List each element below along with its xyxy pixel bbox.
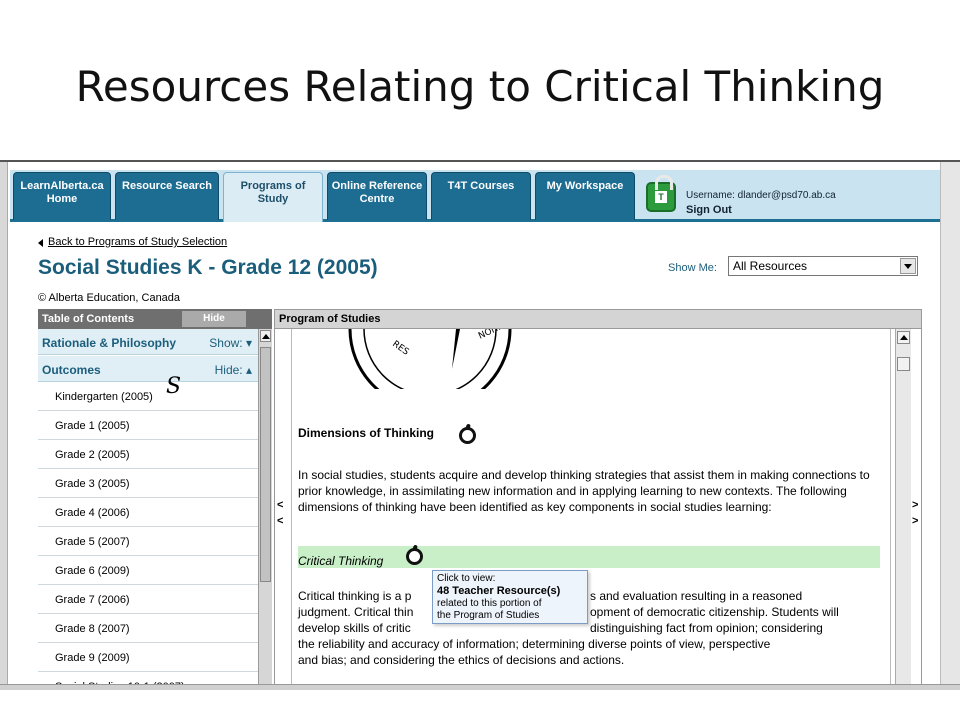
toc-header: Table of Contents Hide [38, 309, 272, 329]
compass-graphic: RES NOITA [348, 329, 512, 389]
critical-text-line: opment of democratic citizenship. Studen… [590, 605, 839, 619]
critical-text-line: the reliability and accuracy of informat… [298, 637, 771, 651]
content-scrollbar[interactable] [895, 329, 911, 684]
user-panel: T Username: dlander@psd70.ab.ca Sign Out [646, 175, 936, 220]
username-text: Username: dlander@psd70.ab.ca [686, 190, 836, 201]
back-to-programs-link[interactable]: Back to Programs of Study Selection [48, 236, 227, 248]
toc-item-grade-8[interactable]: Grade 8 (2007) [38, 614, 258, 643]
toc-item-grade-2[interactable]: Grade 2 (2005) [38, 440, 258, 469]
toc-item-kindergarten[interactable]: Kindergarten (2005) [38, 382, 258, 411]
toc-section-toggle[interactable]: Hide: ▴ [215, 363, 252, 377]
collapse-left-icon[interactable]: < [277, 515, 283, 527]
toc-item-grade-5[interactable]: Grade 5 (2007) [38, 527, 258, 556]
toc-item-grade-9[interactable]: Grade 9 (2009) [38, 643, 258, 672]
tab-online-reference-centre[interactable]: Online Reference Centre [327, 172, 427, 220]
browser-left-edge [0, 162, 8, 690]
dimensions-heading: Dimensions of Thinking [298, 426, 435, 440]
toc-item-grade-6[interactable]: Grade 6 (2009) [38, 556, 258, 585]
tab-learnalberta-home[interactable]: LearnAlberta.ca Home [13, 172, 111, 220]
toc-section-rationale[interactable]: Rationale & Philosophy Show: ▾ [38, 329, 258, 355]
tooltip-line: Click to view: [437, 573, 496, 584]
compass-label-right: NOITA [477, 329, 507, 342]
tooltip-line: the Program of Studies [437, 610, 540, 621]
page-title: Social Studies K - Grade 12 (2005) [38, 256, 378, 279]
tab-resource-search[interactable]: Resource Search [115, 172, 219, 220]
toc-item-grade-7[interactable]: Grade 7 (2006) [38, 585, 258, 614]
apple-resource-icon[interactable] [406, 548, 423, 565]
browser-bottom-edge [0, 684, 960, 690]
critical-thinking-highlight [298, 546, 880, 568]
toc-section-label: Rationale & Philosophy [42, 336, 177, 350]
tooltip-resource-count[interactable]: 48 Teacher Resource(s) [437, 585, 583, 598]
scroll-thumb[interactable] [260, 347, 271, 582]
top-navigation: LearnAlberta.ca Home Resource Search Pro… [10, 170, 940, 222]
tab-t4t-courses[interactable]: T4T Courses [431, 172, 531, 220]
toc-section-toggle[interactable]: Show: ▾ [209, 336, 252, 350]
scroll-up-icon[interactable] [260, 330, 271, 342]
teacher-resources-tooltip[interactable]: Click to view: 48 Teacher Resource(s) re… [432, 570, 588, 624]
toc-item-grade-3[interactable]: Grade 3 (2005) [38, 469, 258, 498]
toc-scrollbar[interactable] [258, 329, 272, 684]
critical-thinking-label[interactable]: Critical Thinking [298, 554, 383, 568]
collapse-left-icon[interactable]: < [277, 499, 283, 511]
back-arrow-icon [38, 239, 43, 247]
compass-label-left: RES [390, 339, 410, 357]
tab-programs-of-study[interactable]: Programs of Study [223, 172, 323, 222]
browser-right-edge [940, 162, 960, 690]
tooltip-line: related to this portion of [437, 598, 542, 609]
toc-item-grade-4[interactable]: Grade 4 (2006) [38, 498, 258, 527]
toc-item-social-studies-10-1[interactable]: Social Studies 10-1 (2007) [38, 672, 258, 684]
critical-text-line: distinguishing fact from opinion; consid… [590, 621, 823, 635]
scroll-up-icon[interactable] [897, 331, 910, 344]
table-of-contents: Rationale & Philosophy Show: ▾ Outcomes … [38, 329, 272, 684]
show-me-select[interactable]: All Resources [728, 256, 918, 276]
critical-text-line: and bias; and considering the ethics of … [298, 653, 625, 667]
apple-resource-icon[interactable] [459, 427, 476, 444]
tab-my-workspace[interactable]: My Workspace [535, 172, 635, 220]
critical-text-line: s and evaluation resulting in a reasoned [590, 589, 803, 603]
lock-icon: T [646, 175, 676, 212]
compass-south-letter: S [166, 374, 182, 399]
toc-item-grade-1[interactable]: Grade 1 (2005) [38, 411, 258, 440]
toc-hide-button[interactable]: Hide [182, 311, 246, 327]
toc-section-label: Outcomes [42, 363, 101, 377]
dimensions-paragraph: In social studies, students acquire and … [298, 468, 870, 514]
expand-right-icon[interactable]: > [912, 515, 918, 527]
slide-title: Resources Relating to Critical Thinking [75, 62, 885, 111]
program-of-studies-header: Program of Studies [274, 309, 922, 329]
toc-title: Table of Contents [42, 313, 135, 325]
expand-right-icon[interactable]: > [912, 499, 918, 511]
scroll-thumb[interactable] [897, 357, 910, 371]
copyright-text: © Alberta Education, Canada [38, 292, 181, 304]
chevron-down-icon[interactable] [900, 258, 916, 274]
lock-letter: T [655, 191, 667, 203]
show-me-label: Show Me: [668, 262, 717, 274]
sign-out-link[interactable]: Sign Out [686, 204, 732, 216]
toc-section-outcomes[interactable]: Outcomes Hide: ▴ [38, 356, 258, 382]
show-me-value: All Resources [733, 259, 808, 273]
